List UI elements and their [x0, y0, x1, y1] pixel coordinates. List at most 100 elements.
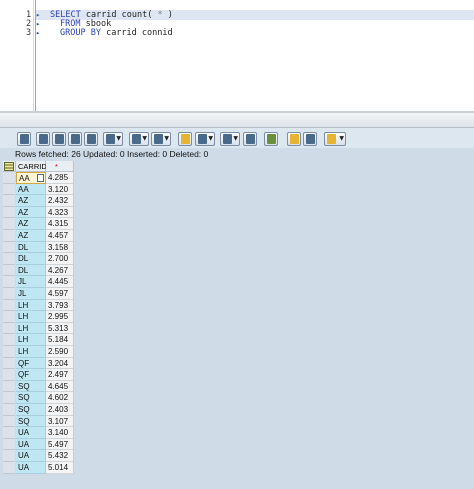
row-selector[interactable] [3, 415, 15, 428]
abc-button[interactable] [287, 132, 301, 146]
row-selector[interactable] [3, 299, 15, 312]
cell-count[interactable]: 5.014 [46, 462, 74, 474]
column-header-count[interactable]: * [46, 161, 74, 172]
cell-carrid[interactable]: SQ [16, 392, 46, 404]
row-selector[interactable] [3, 276, 15, 288]
cell-carrid[interactable]: UA [16, 450, 46, 462]
row-selector[interactable] [3, 357, 15, 370]
cell-carrid[interactable]: AZ [16, 230, 46, 242]
cell-count[interactable]: 4.315 [46, 218, 74, 230]
row-selector[interactable] [3, 288, 15, 300]
cell-count[interactable]: 5.313 [46, 322, 74, 335]
cell-carrid[interactable]: DL [16, 253, 46, 265]
view-button[interactable]: ▼ [195, 132, 215, 146]
cell-count[interactable]: 3.204 [46, 357, 74, 370]
cell-carrid[interactable]: JL [16, 276, 46, 288]
row-selector[interactable] [3, 427, 15, 439]
cell-count[interactable]: 4.323 [46, 206, 74, 219]
cell-carrid[interactable]: UA [16, 462, 46, 474]
row-selector[interactable] [3, 450, 15, 462]
cell-carrid[interactable]: AA [16, 183, 46, 196]
cell-carrid[interactable]: SQ [16, 415, 46, 428]
fold-arrow-icon[interactable]: ▸ [36, 28, 40, 38]
cell-carrid[interactable]: UA [16, 427, 46, 439]
cell-count[interactable]: 3.793 [46, 299, 74, 312]
row-selector[interactable] [3, 230, 15, 242]
find-button[interactable] [68, 132, 82, 146]
cell-count[interactable]: 4.645 [46, 380, 74, 393]
cell-carrid[interactable]: AZ [16, 195, 46, 207]
sort-asc-button[interactable] [36, 132, 50, 146]
code-line-3[interactable]: 3 ▸ GROUP BY carrid connid [0, 28, 474, 38]
cell-count[interactable]: 5.432 [46, 450, 74, 462]
cell-count[interactable]: 2.497 [46, 369, 74, 381]
cell-count[interactable]: 2.403 [46, 404, 74, 416]
cell-count[interactable]: 4.602 [46, 392, 74, 404]
row-selector[interactable] [3, 392, 15, 404]
select-all-button[interactable] [3, 161, 16, 172]
cell-carrid[interactable]: LH [16, 311, 46, 323]
cell-carrid[interactable]: AZ [16, 218, 46, 230]
cell-carrid[interactable]: QF [16, 369, 46, 381]
total-button[interactable]: ▼ [129, 132, 149, 146]
cell-carrid[interactable]: SQ [16, 380, 46, 393]
cell-carrid[interactable]: LH [16, 322, 46, 335]
details-button[interactable] [17, 132, 31, 146]
cell-count[interactable]: 4.597 [46, 288, 74, 300]
cell-carrid[interactable]: LH [16, 334, 46, 346]
cell-count[interactable]: 3.158 [46, 241, 74, 254]
cell-carrid[interactable]: AZ [16, 206, 46, 219]
layout-select-button[interactable] [303, 132, 317, 146]
row-selector[interactable] [3, 195, 15, 207]
row-selector[interactable] [3, 253, 15, 265]
filter-button[interactable]: ▼ [103, 132, 123, 146]
cell-carrid[interactable]: SQ [16, 404, 46, 416]
row-selector[interactable] [3, 369, 15, 381]
cell-count[interactable]: 3.120 [46, 183, 74, 196]
cell-carrid[interactable]: LH [16, 346, 46, 358]
sql-editor[interactable]: 1 ▸ SELECT carrid count( * ) 2 ▸ FROM sb… [0, 0, 474, 113]
row-selector[interactable] [3, 183, 15, 196]
export-button[interactable]: ▼ [220, 132, 240, 146]
row-selector[interactable] [3, 264, 15, 277]
row-selector[interactable] [3, 334, 15, 346]
row-selector[interactable] [3, 380, 15, 393]
cell-count[interactable]: 3.140 [46, 427, 74, 439]
row-selector[interactable] [3, 404, 15, 416]
row-selector[interactable] [3, 241, 15, 254]
row-selector[interactable] [3, 462, 15, 474]
layout-button[interactable] [243, 132, 257, 146]
print-button[interactable] [178, 132, 192, 146]
row-selector[interactable] [3, 322, 15, 335]
cell-count[interactable]: 5.184 [46, 334, 74, 346]
column-header-carrid[interactable]: CARRID [16, 161, 47, 172]
row-selector[interactable] [3, 206, 15, 219]
sort-desc-button[interactable] [52, 132, 66, 146]
cell-carrid[interactable]: AA [16, 172, 46, 184]
row-selector[interactable] [3, 346, 15, 358]
row-selector[interactable] [3, 172, 15, 184]
cell-carrid[interactable]: QF [16, 357, 46, 370]
row-selector[interactable] [3, 311, 15, 323]
graphic-button[interactable] [264, 132, 278, 146]
value-help-icon[interactable] [37, 174, 44, 182]
cell-carrid[interactable]: UA [16, 438, 46, 451]
cell-count[interactable]: 4.445 [46, 276, 74, 288]
cell-count[interactable]: 2.700 [46, 253, 74, 265]
pane-splitter[interactable] [0, 113, 474, 128]
cell-count[interactable]: 4.457 [46, 230, 74, 242]
subtotal-button[interactable]: ▼ [151, 132, 171, 146]
find-next-button[interactable] [84, 132, 98, 146]
cell-carrid[interactable]: DL [16, 264, 46, 277]
cell-carrid[interactable]: JL [16, 288, 46, 300]
cell-count[interactable]: 2.432 [46, 195, 74, 207]
row-selector[interactable] [3, 218, 15, 230]
cell-count[interactable]: 2.590 [46, 346, 74, 358]
cell-count[interactable]: 2.995 [46, 311, 74, 323]
cell-count[interactable]: 4.285 [46, 172, 74, 184]
cell-count[interactable]: 4.267 [46, 264, 74, 277]
cell-carrid[interactable]: LH [16, 299, 46, 312]
row-selector[interactable] [3, 438, 15, 451]
cell-carrid[interactable]: DL [16, 241, 46, 254]
cell-count[interactable]: 5.497 [46, 438, 74, 451]
